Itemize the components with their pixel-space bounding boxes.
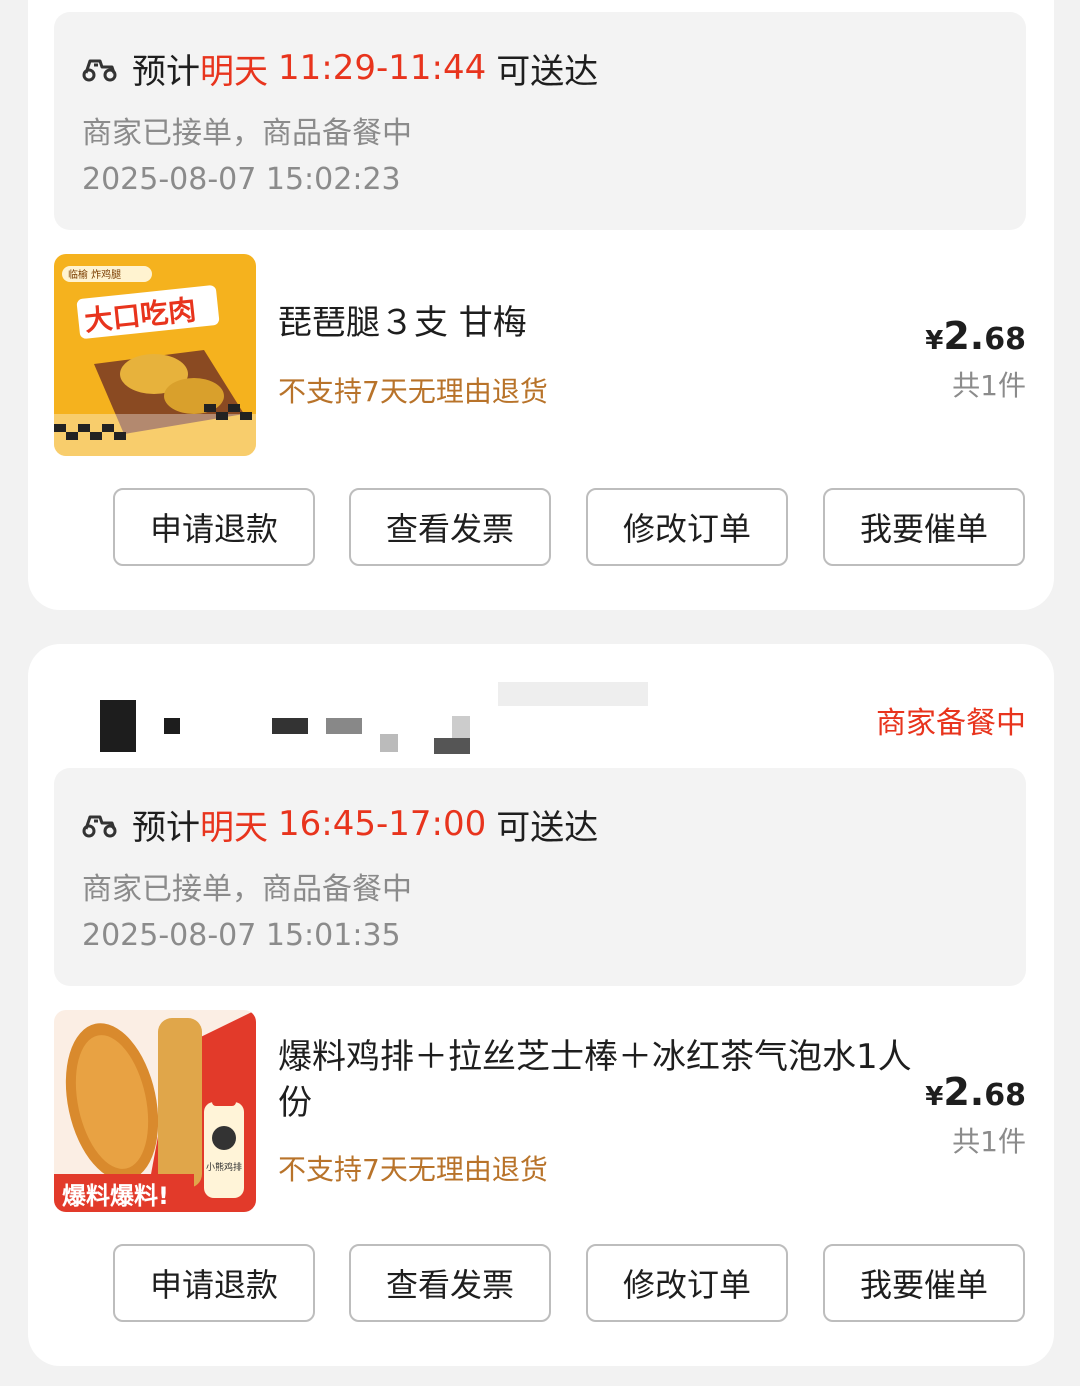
order-card[interactable]: 商家备餐中 预计 明天 16:45-17:00 可送达 商家已接单，商品备餐中 …: [28, 644, 1054, 1366]
eta-day: 明天: [200, 807, 268, 848]
product-price: ¥2.68: [925, 314, 1026, 358]
eta-row: 预计 明天 16:45-17:00 可送达: [80, 798, 598, 850]
price-decimal: 68: [984, 322, 1026, 357]
eta-window: 16:45-17:00: [278, 804, 487, 844]
product-thumbnail[interactable]: 小熊鸡排 爆料爆料!: [54, 1010, 256, 1212]
eta-suffix: 可送达: [496, 807, 599, 848]
no-return-notice: 不支持7天无理由退货: [278, 1153, 548, 1186]
no-return-notice: 不支持7天无理由退货: [278, 375, 548, 408]
product-quantity: 共1件: [952, 369, 1026, 402]
modify-order-button[interactable]: 修改订单: [586, 488, 788, 566]
product-name[interactable]: 琵琶腿３支 甘梅: [278, 300, 918, 346]
eta-row: 预计 明天 11:29-11:44 可送达: [80, 42, 598, 94]
modify-order-button[interactable]: 修改订单: [586, 1244, 788, 1322]
eta-prefix: 预计: [132, 807, 200, 848]
product-price: ¥2.68: [925, 1070, 1026, 1114]
eta-day: 明天: [200, 51, 268, 92]
image-brand: 小熊鸡排: [206, 1161, 242, 1173]
delivery-status-box[interactable]: 预计 明天 16:45-17:00 可送达 商家已接单，商品备餐中 2025-0…: [54, 768, 1026, 986]
price-integer: 2.: [943, 314, 985, 358]
urge-order-button[interactable]: 我要催单: [823, 1244, 1025, 1322]
product-thumbnail[interactable]: 临榆 炸鸡腿 大口吃肉: [54, 254, 256, 456]
currency-symbol: ¥: [925, 1082, 944, 1112]
chicken-combo-image: 小熊鸡排 爆料爆料!: [54, 1010, 256, 1212]
order-status-label: 商家备餐中: [876, 706, 1026, 741]
scooter-icon: [82, 59, 117, 82]
order-card[interactable]: 预计 明天 11:29-11:44 可送达 商家已接单，商品备餐中 2025-0…: [28, 0, 1054, 610]
image-slogan: 爆料爆料!: [62, 1182, 169, 1210]
status-message: 商家已接单，商品备餐中: [82, 872, 412, 907]
eta-suffix: 可送达: [496, 51, 599, 92]
status-message: 商家已接单，商品备餐中: [82, 116, 412, 151]
view-invoice-button[interactable]: 查看发票: [349, 488, 551, 566]
urge-order-button[interactable]: 我要催单: [823, 488, 1025, 566]
delivery-status-box[interactable]: 预计 明天 11:29-11:44 可送达 商家已接单，商品备餐中 2025-0…: [54, 12, 1026, 230]
price-integer: 2.: [943, 1070, 985, 1114]
product-name[interactable]: 爆料鸡排＋拉丝芝士棒＋冰红茶气泡水1人份: [278, 1034, 918, 1126]
product-quantity: 共1件: [952, 1125, 1026, 1158]
order-timestamp: 2025-08-07 15:02:23: [82, 162, 401, 197]
view-invoice-button[interactable]: 查看发票: [349, 1244, 551, 1322]
eta-window: 11:29-11:44: [278, 48, 487, 88]
currency-symbol: ¥: [925, 326, 944, 356]
store-name-redacted[interactable]: [68, 678, 648, 758]
price-decimal: 68: [984, 1078, 1026, 1113]
request-refund-button[interactable]: 申请退款: [113, 1244, 315, 1322]
request-refund-button[interactable]: 申请退款: [113, 488, 315, 566]
drumstick-image: 临榆 炸鸡腿 大口吃肉: [54, 254, 256, 456]
eta-prefix: 预计: [132, 51, 200, 92]
image-brand: 临榆 炸鸡腿: [68, 268, 121, 281]
order-timestamp: 2025-08-07 15:01:35: [82, 918, 401, 953]
scooter-icon: [82, 815, 117, 838]
